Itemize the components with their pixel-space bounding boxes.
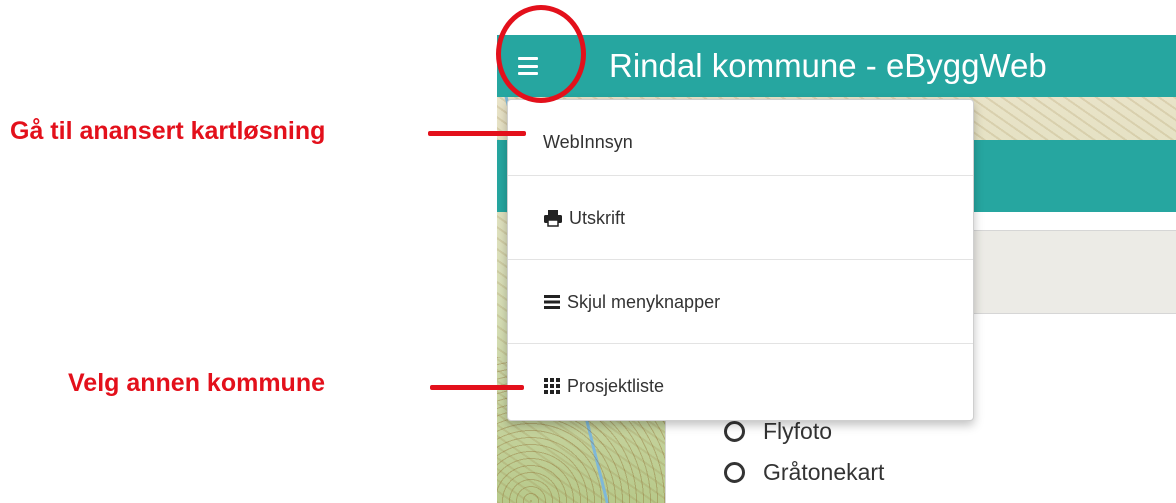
menu-item-prosjektliste[interactable]: Prosjektliste: [508, 344, 973, 428]
main-menu-dropdown: WebInnsyn Utskrift Skjul menyknapper Pro…: [507, 99, 974, 421]
annotation-pointer-line: [430, 385, 524, 390]
menu-item-webinnsyn[interactable]: WebInnsyn: [508, 100, 973, 184]
annotation-advanced-map: Gå til anansert kartløsning: [10, 117, 326, 145]
menu-item-skjul-menyknapper[interactable]: Skjul menyknapper: [508, 260, 973, 344]
annotation-other-municipality: Velg annen kommune: [68, 369, 326, 397]
app-header: Rindal kommune - eByggWeb: [497, 35, 1176, 97]
menu-item-label: Prosjektliste: [567, 375, 665, 396]
print-icon: [543, 209, 563, 227]
layer-option-gratonekart[interactable]: Gråtonekart: [724, 459, 884, 486]
menu-item-label: Utskrift: [569, 207, 625, 228]
list-icon: [543, 294, 561, 310]
layer-option-label: Gråtonekart: [763, 459, 885, 485]
annotation-pointer-line: [428, 131, 526, 136]
grid-icon: [543, 377, 561, 395]
app-title: Rindal kommune - eByggWeb: [609, 47, 1047, 84]
menu-item-label: Skjul menyknapper: [567, 291, 721, 312]
menu-item-label: WebInnsyn: [543, 131, 633, 152]
radio-button[interactable]: [724, 462, 745, 483]
menu-item-utskrift[interactable]: Utskrift: [508, 176, 973, 260]
highlight-circle: [496, 5, 586, 103]
